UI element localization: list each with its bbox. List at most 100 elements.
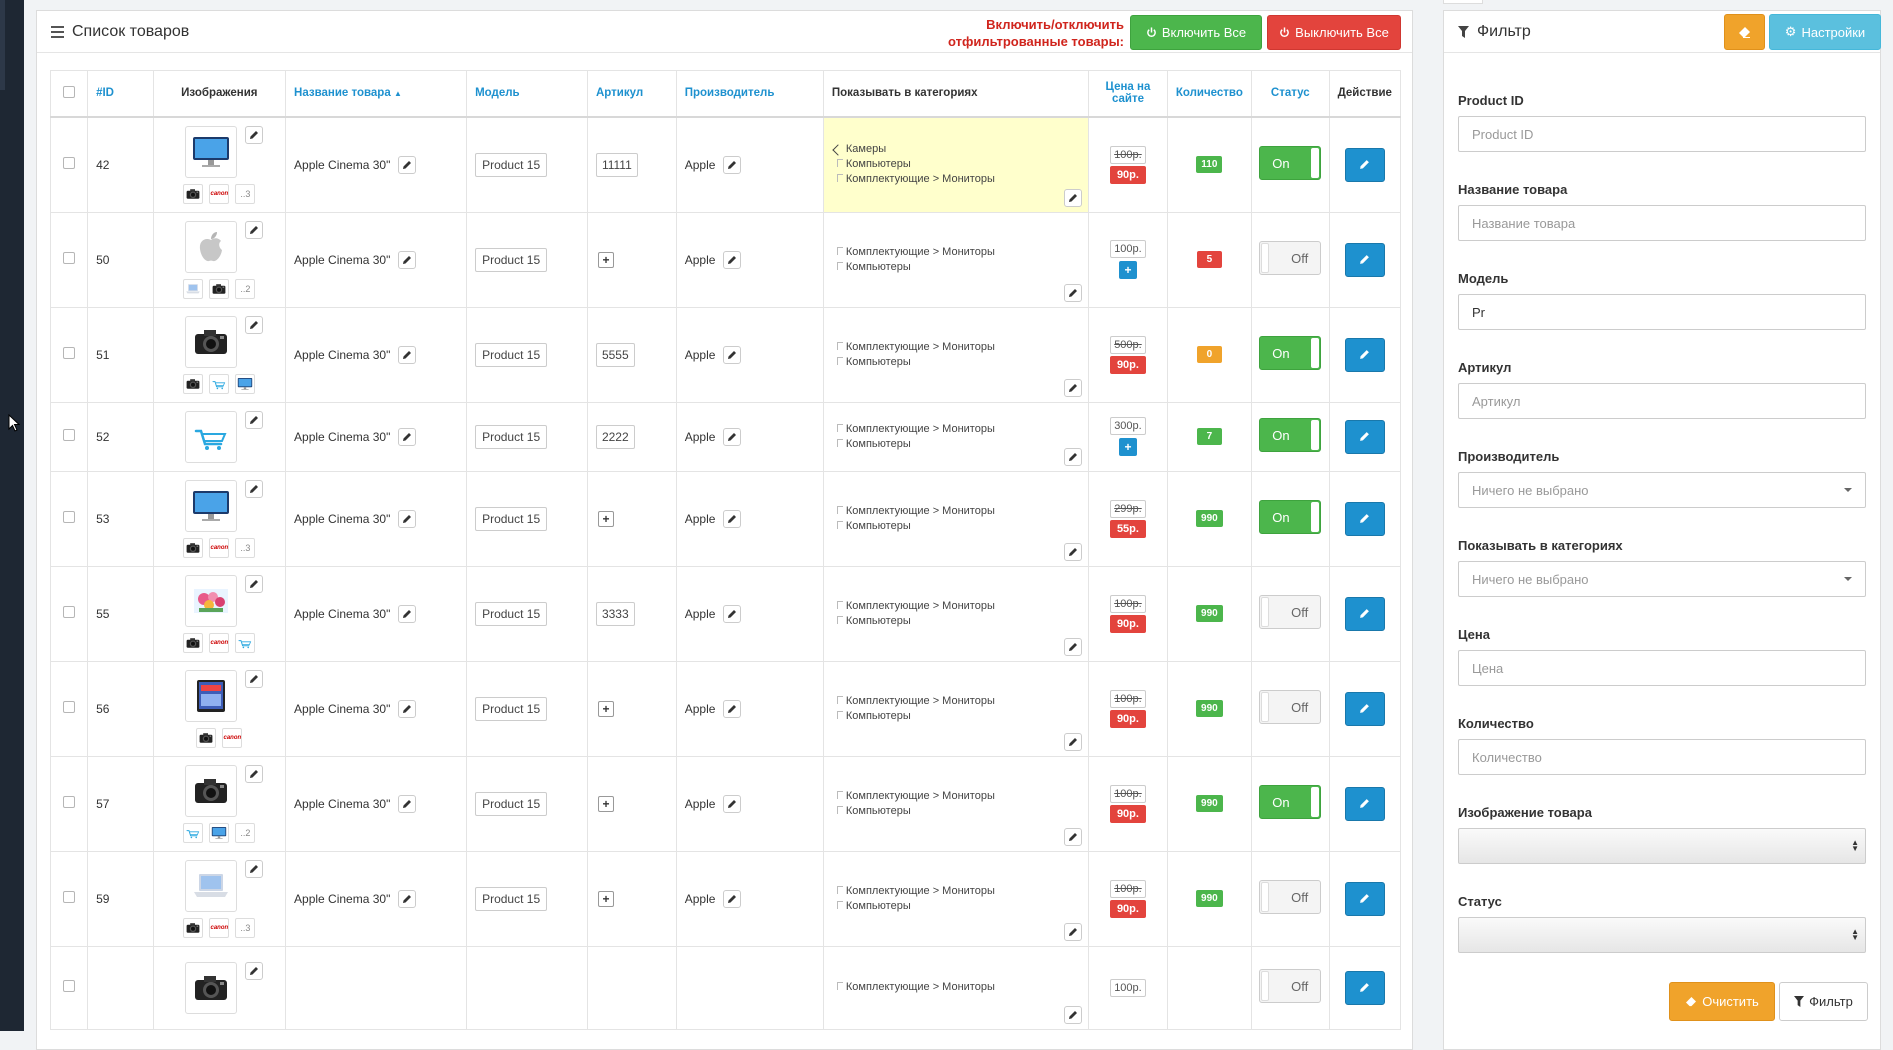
- edit-product-button[interactable]: [1344, 881, 1385, 916]
- cart-thumbnail[interactable]: [209, 373, 230, 394]
- edit-product-button[interactable]: [1344, 337, 1385, 372]
- status-toggle[interactable]: On: [1259, 500, 1322, 534]
- canon-logo-thumbnail[interactable]: canon: [209, 183, 230, 204]
- edit-name-button[interactable]: [398, 794, 417, 813]
- status-toggle[interactable]: Off: [1259, 595, 1322, 629]
- edit-categories-button[interactable]: [1064, 447, 1083, 466]
- quantity-badge[interactable]: 990: [1196, 700, 1223, 717]
- edit-manufacturer-button[interactable]: [723, 427, 742, 446]
- more-images-thumbnail[interactable]: ..3: [235, 917, 256, 938]
- edit-name-button[interactable]: [398, 509, 417, 528]
- edit-manufacturer-button[interactable]: [723, 155, 742, 174]
- price-value[interactable]: 100р.: [1110, 145, 1146, 164]
- edit-categories-button[interactable]: [1064, 1005, 1083, 1024]
- edit-images-button[interactable]: [245, 764, 264, 783]
- add-sku-button[interactable]: +: [597, 251, 614, 268]
- row-checkbox[interactable]: [63, 796, 76, 808]
- quantity-badge[interactable]: 990: [1196, 795, 1223, 812]
- status-toggle[interactable]: Off: [1259, 880, 1322, 914]
- monitor-thumbnail[interactable]: [235, 373, 256, 394]
- model-value[interactable]: Product 15: [475, 696, 548, 721]
- model-value[interactable]: Product 15: [475, 342, 548, 367]
- price-value[interactable]: 100р.: [1110, 784, 1146, 803]
- disable-all-button[interactable]: Выключить Все: [1267, 15, 1401, 50]
- edit-categories-button[interactable]: [1064, 542, 1083, 561]
- camera-thumbnail[interactable]: [196, 727, 217, 748]
- edit-categories-button[interactable]: [1064, 188, 1083, 207]
- add-sku-button[interactable]: +: [597, 890, 614, 907]
- row-checkbox[interactable]: [63, 891, 76, 903]
- edit-manufacturer-button[interactable]: [723, 250, 742, 269]
- edit-manufacturer-button[interactable]: [723, 794, 742, 813]
- add-special-price-button[interactable]: +: [1118, 261, 1137, 279]
- edit-manufacturer-button[interactable]: [723, 345, 742, 364]
- edit-images-button[interactable]: [245, 315, 264, 334]
- edit-images-button[interactable]: [245, 479, 264, 498]
- more-images-thumbnail[interactable]: ..3: [235, 183, 256, 204]
- row-checkbox[interactable]: [63, 157, 76, 169]
- add-sku-button[interactable]: +: [597, 510, 614, 527]
- camera-thumbnail[interactable]: [183, 183, 204, 204]
- price-filter-input[interactable]: Цена: [1458, 650, 1866, 686]
- price-value[interactable]: 500р.: [1110, 335, 1146, 354]
- price-value[interactable]: 100р.: [1110, 978, 1146, 997]
- quantity-badge[interactable]: 990: [1196, 890, 1223, 907]
- col-model[interactable]: Модель: [466, 70, 588, 118]
- monitor-thumbnail[interactable]: [185, 125, 238, 178]
- edit-name-button[interactable]: [398, 250, 417, 269]
- price-value[interactable]: 100р.: [1110, 689, 1146, 708]
- settings-button[interactable]: ⚙ Настройки: [1769, 14, 1881, 50]
- edit-categories-button[interactable]: [1064, 378, 1083, 397]
- row-checkbox[interactable]: [63, 606, 76, 618]
- status-toggle[interactable]: Off: [1259, 690, 1322, 724]
- tablet-thumbnail[interactable]: [185, 669, 238, 722]
- edit-categories-button[interactable]: [1064, 283, 1083, 302]
- row-checkbox[interactable]: [63, 701, 76, 713]
- edit-images-button[interactable]: [245, 220, 264, 239]
- edit-categories-button[interactable]: [1064, 827, 1083, 846]
- edit-manufacturer-button[interactable]: [723, 699, 742, 718]
- sku-value[interactable]: 2222: [595, 424, 635, 449]
- camera-thumbnail[interactable]: [209, 278, 230, 299]
- special-price[interactable]: 90р.: [1109, 614, 1146, 633]
- camera-thumbnail[interactable]: [185, 961, 238, 1014]
- camera-thumbnail[interactable]: [183, 537, 204, 558]
- laptop-thumbnail[interactable]: [183, 278, 204, 299]
- edit-product-button[interactable]: [1344, 419, 1385, 454]
- status-toggle[interactable]: On: [1259, 336, 1322, 370]
- price-value[interactable]: 100р.: [1110, 240, 1146, 258]
- canon-logo-thumbnail[interactable]: canon: [209, 917, 230, 938]
- col-id[interactable]: #ID: [87, 70, 154, 118]
- price-value[interactable]: 100р.: [1110, 879, 1146, 898]
- edit-images-button[interactable]: [245, 669, 264, 688]
- eraser-button[interactable]: [1724, 14, 1765, 50]
- sku-value[interactable]: 11111: [595, 152, 638, 177]
- canon-logo-thumbnail[interactable]: canon: [209, 632, 230, 653]
- clear-filter-button[interactable]: Очистить: [1669, 982, 1775, 1021]
- laptop-thumbnail[interactable]: [185, 859, 238, 912]
- edit-name-button[interactable]: [398, 699, 417, 718]
- flowers-thumbnail[interactable]: [185, 574, 238, 627]
- status-toggle[interactable]: Off: [1259, 241, 1322, 275]
- price-value[interactable]: 300р.: [1110, 417, 1146, 435]
- edit-name-button[interactable]: [398, 155, 417, 174]
- edit-name-button[interactable]: [398, 889, 417, 908]
- quantity-badge[interactable]: 0: [1196, 346, 1222, 363]
- quantity-badge[interactable]: 990: [1196, 510, 1223, 527]
- special-price[interactable]: 55р.: [1109, 519, 1146, 538]
- row-checkbox[interactable]: [63, 252, 76, 264]
- select-all-checkbox[interactable]: [63, 85, 76, 98]
- status-toggle[interactable]: On: [1259, 146, 1322, 180]
- edit-manufacturer-button[interactable]: [723, 889, 742, 908]
- special-price[interactable]: 90р.: [1109, 165, 1146, 184]
- status-toggle[interactable]: On: [1259, 785, 1322, 819]
- special-price[interactable]: 90р.: [1109, 804, 1146, 823]
- sku-filter-input[interactable]: Артикул: [1458, 383, 1866, 419]
- enable-all-button[interactable]: Включить Все: [1130, 15, 1262, 50]
- edit-images-button[interactable]: [245, 574, 264, 593]
- edit-name-button[interactable]: [398, 345, 417, 364]
- col-price[interactable]: Цена на сайте: [1088, 70, 1168, 118]
- edit-name-button[interactable]: [398, 427, 417, 446]
- edit-product-button[interactable]: [1344, 596, 1385, 631]
- sku-value[interactable]: 5555: [595, 342, 635, 367]
